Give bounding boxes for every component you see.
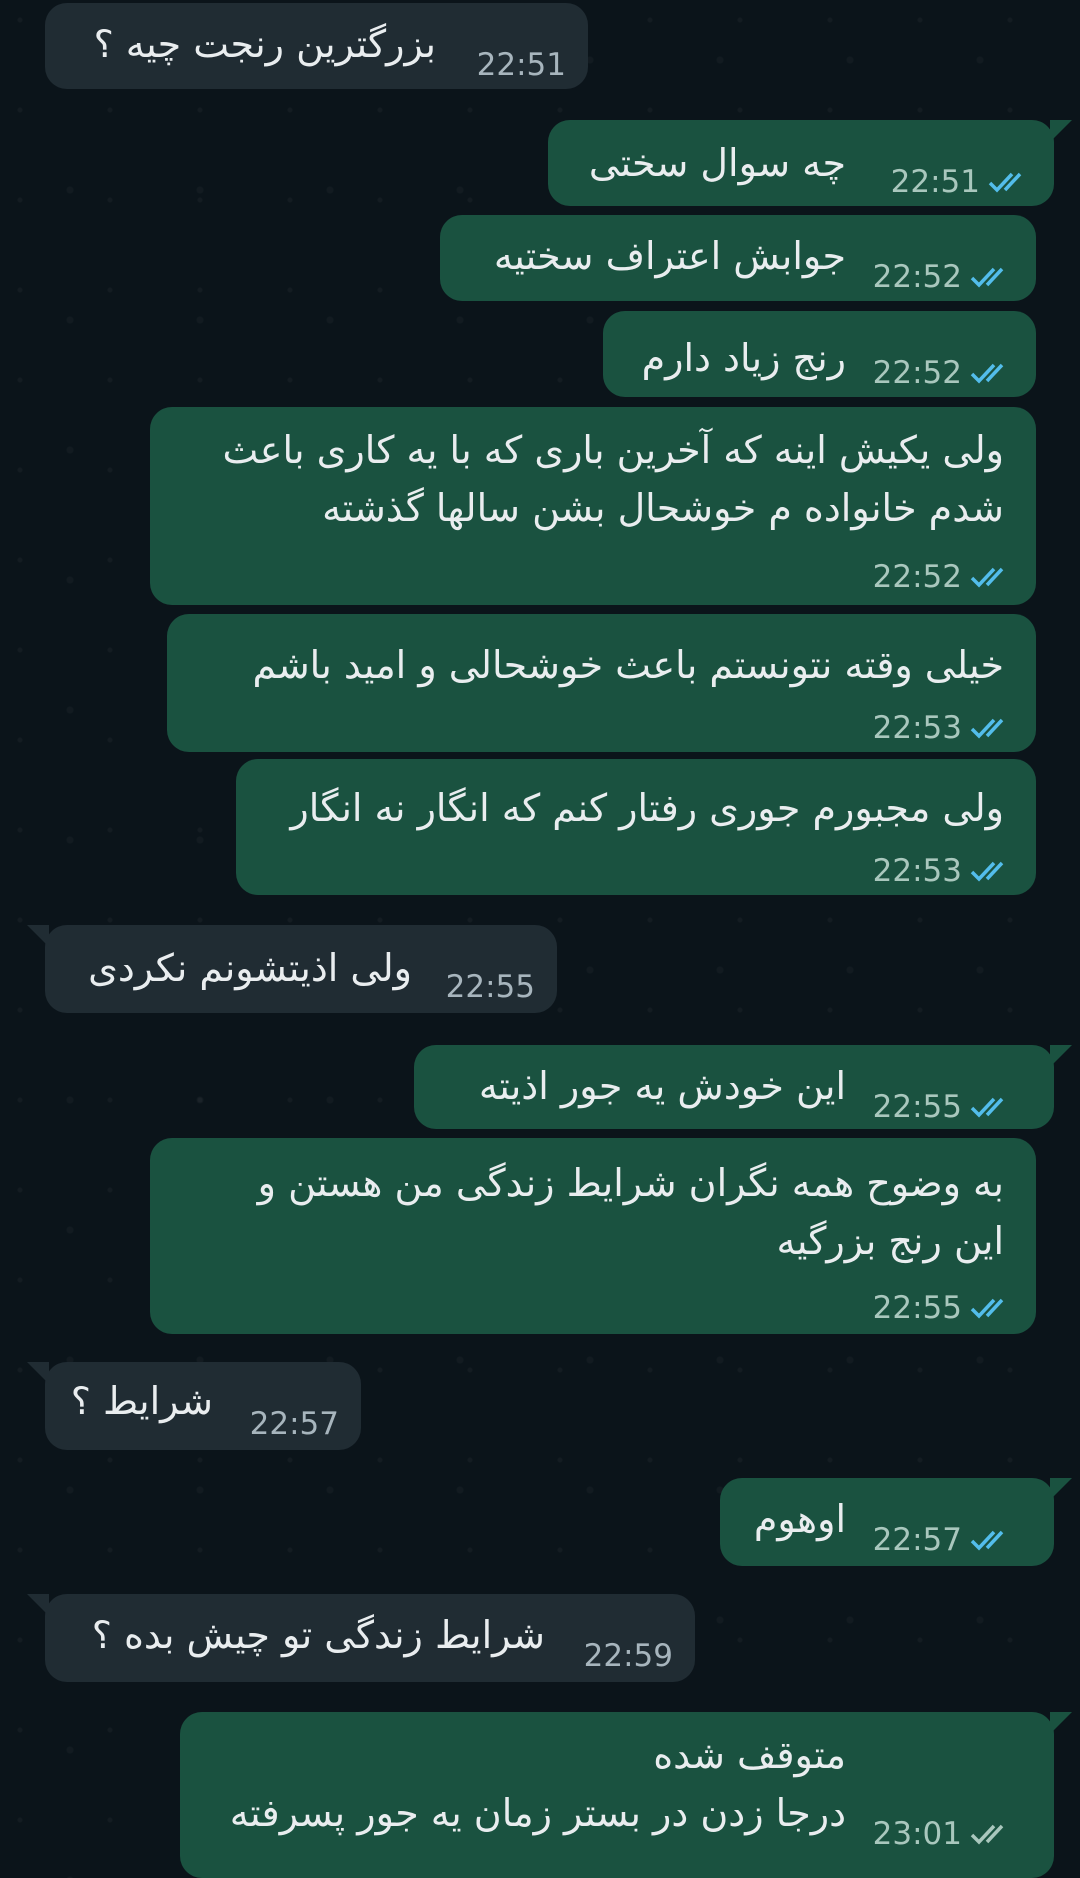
double-check-icon	[970, 1530, 1004, 1551]
double-check-icon	[970, 1298, 1004, 1319]
message-incoming[interactable]: ولی اذیتشونم نکردی 22:55	[27, 925, 557, 1013]
double-check-icon	[970, 1824, 1004, 1845]
message-time: 22:52	[872, 559, 962, 595]
message-time: 22:52	[872, 259, 962, 295]
message-text-line-2: شدم خانواده م خوشحال بشن سالها گذشته	[322, 486, 1004, 530]
message-time: 22:53	[872, 710, 962, 746]
message-time: 22:55	[445, 969, 535, 1005]
message-meta: 22:52	[873, 355, 1014, 391]
message-meta: 22:59	[584, 1638, 673, 1674]
message-text: این خودش یه جور اذیته	[478, 1064, 846, 1108]
message-text: ولی مجبورم جوری رفتار کنم که انگار نه ان…	[290, 786, 1004, 830]
message-meta: 22:57	[250, 1406, 339, 1442]
message-text: رنج زیاد دارم	[641, 336, 846, 380]
message-outgoing[interactable]: به وضوح همه نگران شرایط زندگی من هستن و …	[150, 1138, 1036, 1334]
message-meta: 22:55	[873, 1089, 1014, 1125]
message-text-line-1: ولی یکیش اینه که آخرین باری که با یه کار…	[222, 428, 1004, 472]
message-meta: 22:55	[873, 1290, 1014, 1326]
message-text-line-1: به وضوح همه نگران شرایط زندگی من هستن و	[257, 1161, 1004, 1205]
double-check-icon	[970, 1097, 1004, 1118]
message-meta: 22:55	[446, 969, 535, 1005]
message-meta: 22:52	[873, 259, 1014, 295]
message-meta: 22:53	[873, 710, 1014, 746]
message-time: 22:52	[872, 355, 962, 391]
message-outgoing[interactable]: جوابش اعتراف سختیه 22:52	[440, 215, 1036, 301]
message-outgoing[interactable]: ولی یکیش اینه که آخرین باری که با یه کار…	[150, 407, 1036, 605]
double-check-icon	[970, 267, 1004, 288]
message-outgoing[interactable]: ولی مجبورم جوری رفتار کنم که انگار نه ان…	[236, 759, 1036, 895]
double-check-icon	[988, 172, 1022, 193]
message-text-line-2: درجا زدن در بستر زمان یه جور پسرفته	[229, 1791, 846, 1835]
message-meta: 22:51	[477, 47, 566, 83]
message-time: 22:57	[249, 1406, 339, 1442]
message-text: شرایط ؟	[70, 1379, 213, 1423]
message-outgoing[interactable]: این خودش یه جور اذیته 22:55	[414, 1045, 1072, 1129]
message-time: 22:57	[872, 1522, 962, 1558]
message-outgoing[interactable]: متوقف شده درجا زدن در بستر زمان یه جور پ…	[180, 1712, 1072, 1878]
message-text-line-1: متوقف شده	[653, 1733, 846, 1777]
message-text: شرایط زندگی تو چیش بده ؟	[91, 1613, 545, 1657]
message-meta: 23:01	[873, 1816, 1014, 1852]
message-text: جوابش اعتراف سختیه	[493, 234, 846, 278]
double-check-icon	[970, 861, 1004, 882]
message-text: خیلی وقته نتونستم باعث خوشحالی و امید با…	[252, 643, 1004, 687]
double-check-icon	[970, 718, 1004, 739]
message-time: 22:51	[890, 164, 980, 200]
message-outgoing[interactable]: اوهوم 22:57	[720, 1478, 1072, 1566]
double-check-icon	[970, 363, 1004, 384]
message-time: 23:01	[872, 1816, 962, 1852]
message-time: 22:55	[872, 1290, 962, 1326]
message-time: 22:51	[476, 47, 566, 83]
message-incoming[interactable]: شرایط زندگی تو چیش بده ؟ 22:59	[27, 1594, 695, 1682]
message-text: بزرگترین رنجت چیه ؟	[93, 22, 436, 66]
message-incoming[interactable]: شرایط ؟ 22:57	[27, 1362, 361, 1450]
message-meta: 22:51	[891, 164, 1032, 200]
message-time: 22:53	[872, 853, 962, 889]
message-text: اوهوم	[753, 1497, 846, 1541]
message-meta: 22:52	[873, 559, 1014, 595]
message-time: 22:59	[583, 1638, 673, 1674]
message-text-line-2: این رنج بزرگیه	[776, 1219, 1005, 1263]
chat-thread[interactable]: بزرگترین رنجت چیه ؟ 22:51 چه سوال سختی 2…	[0, 0, 1080, 1878]
message-meta: 22:57	[873, 1522, 1014, 1558]
message-outgoing[interactable]: خیلی وقته نتونستم باعث خوشحالی و امید با…	[167, 614, 1036, 752]
message-incoming[interactable]: بزرگترین رنجت چیه ؟ 22:51	[45, 3, 588, 89]
message-meta: 22:53	[873, 853, 1014, 889]
message-text: ولی اذیتشونم نکردی	[88, 946, 412, 990]
message-text: چه سوال سختی	[588, 141, 846, 185]
message-outgoing[interactable]: چه سوال سختی 22:51	[548, 120, 1072, 206]
message-outgoing[interactable]: رنج زیاد دارم 22:52	[603, 311, 1036, 397]
double-check-icon	[970, 567, 1004, 588]
message-time: 22:55	[872, 1089, 962, 1125]
